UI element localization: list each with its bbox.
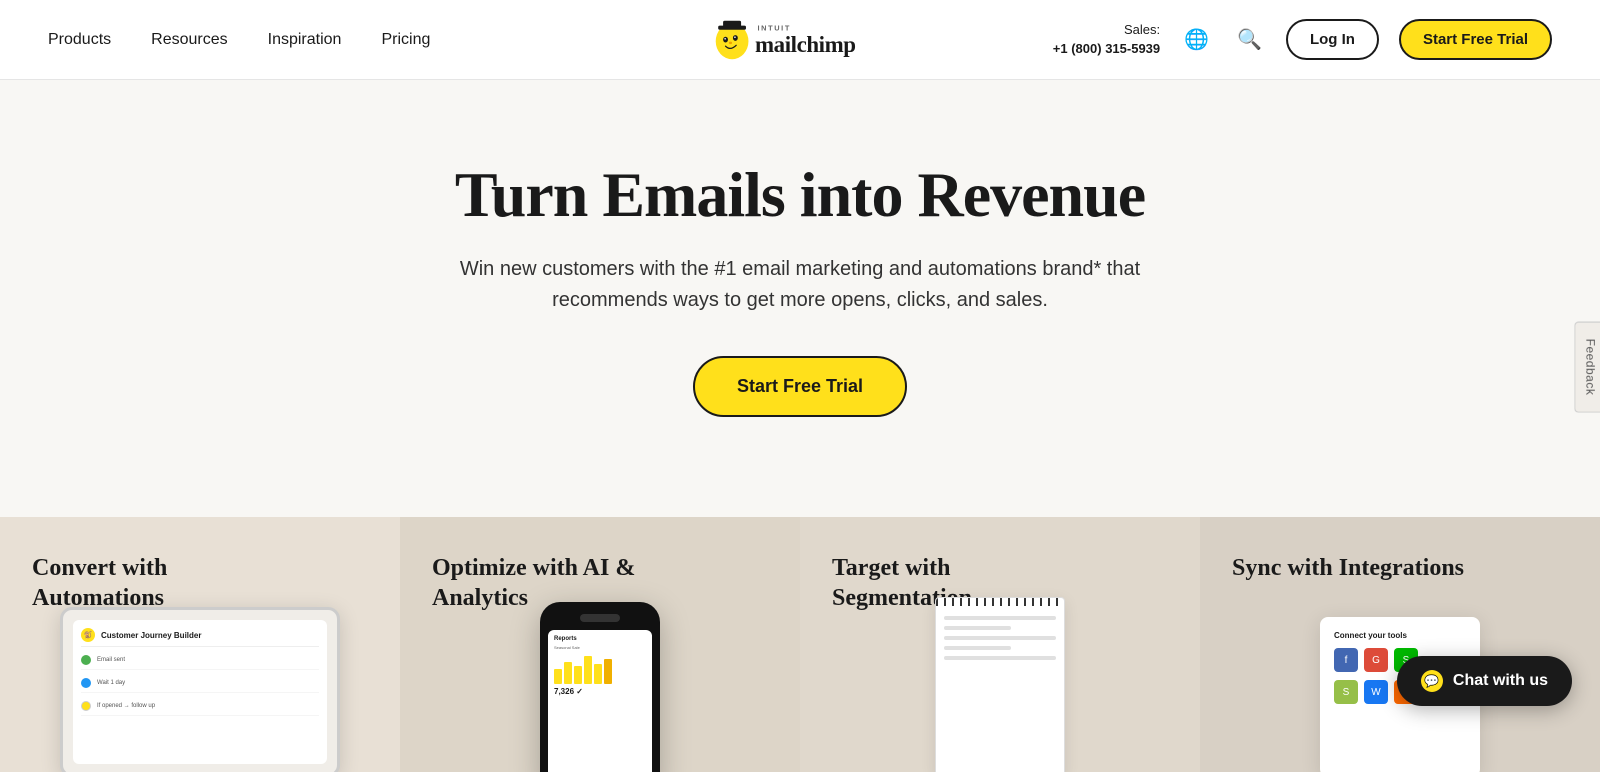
- chat-button[interactable]: 💬 Chat with us: [1397, 656, 1572, 706]
- login-button[interactable]: Log In: [1286, 19, 1379, 60]
- navbar: Products Resources Inspiration Pricing: [0, 0, 1600, 80]
- nav-inspiration[interactable]: Inspiration: [268, 31, 342, 49]
- nav-pricing[interactable]: Pricing: [381, 31, 430, 49]
- phone-mockup: Reports Seasonal Sale 7,326 ✓: [540, 602, 660, 772]
- bar-6: [604, 659, 612, 684]
- svg-text:mailchimp: mailchimp: [755, 31, 856, 56]
- step-label-3: If opened → follow up: [97, 703, 155, 709]
- mc-icon: 🐒: [81, 628, 95, 642]
- ruler-top: [936, 598, 1064, 606]
- ruler-content: [936, 606, 1064, 772]
- phone-title: Reports: [554, 636, 646, 642]
- feature-automations-image: 🐒 Customer Journey Builder Email sent Wa…: [0, 607, 400, 772]
- ruler-mockup: [935, 597, 1065, 772]
- bar-1: [554, 669, 562, 684]
- nav-products[interactable]: Products: [48, 31, 111, 49]
- feature-seg-image: [800, 597, 1200, 772]
- ruler-line-4: [944, 646, 1011, 650]
- chat-icon: 💬: [1421, 670, 1443, 692]
- chat-label: Chat with us: [1453, 672, 1548, 690]
- phone-bars: [554, 654, 646, 684]
- phone-screen: Reports Seasonal Sale 7,326 ✓: [548, 630, 652, 772]
- feature-automations-title: Convert with Automations: [32, 553, 292, 613]
- facebook-icon: f: [1334, 648, 1358, 672]
- step-label-1: Email sent: [97, 657, 125, 663]
- phone-number: 7,326 ✓: [554, 687, 646, 696]
- globe-button[interactable]: 🌐: [1180, 23, 1213, 56]
- google-icon: G: [1364, 648, 1388, 672]
- feedback-tab[interactable]: Feedback: [1575, 322, 1600, 413]
- bar-4: [584, 656, 592, 684]
- logo[interactable]: INTUIT mailchimp: [710, 16, 890, 64]
- feature-ai-image: Reports Seasonal Sale 7,326 ✓: [400, 602, 800, 772]
- start-trial-nav-button[interactable]: Start Free Trial: [1399, 19, 1552, 60]
- bar-2: [564, 662, 572, 684]
- feature-integrations-title: Sync with Integrations: [1232, 553, 1492, 583]
- woo-icon: W: [1364, 680, 1388, 704]
- ruler-line-3: [944, 636, 1056, 640]
- sales-label: Sales:: [1053, 21, 1160, 39]
- ruler-line-2: [944, 626, 1011, 630]
- phone-notch: [580, 614, 620, 622]
- search-button[interactable]: 🔍: [1233, 23, 1266, 56]
- nav-left: Products Resources Inspiration Pricing: [48, 31, 430, 49]
- tablet-mockup: 🐒 Customer Journey Builder Email sent Wa…: [60, 607, 340, 772]
- sales-number: +1 (800) 315-5939: [1053, 40, 1160, 58]
- int-card-title: Connect your tools: [1334, 631, 1466, 640]
- shopify-icon-2: S: [1334, 680, 1358, 704]
- bar-5: [594, 664, 602, 684]
- hero-section: Turn Emails into Revenue Win new custome…: [0, 80, 1600, 517]
- step-dot-1: [81, 655, 91, 665]
- ruler-line-5: [944, 656, 1056, 660]
- ruler-line-1: [944, 616, 1056, 620]
- start-free-trial-button[interactable]: Start Free Trial: [693, 356, 907, 417]
- hero-subtitle: Win new customers with the #1 email mark…: [440, 254, 1160, 316]
- step-dot-3: [81, 701, 91, 711]
- hero-title: Turn Emails into Revenue: [455, 160, 1145, 230]
- nav-right: Sales: +1 (800) 315-5939 🌐 🔍 Log In Star…: [1053, 19, 1552, 60]
- phone-subtitle: Seasonal Sale: [554, 645, 646, 650]
- nav-resources[interactable]: Resources: [151, 31, 227, 49]
- step-dot-2: [81, 678, 91, 688]
- tablet-header-text: Customer Journey Builder: [101, 631, 201, 640]
- bar-3: [574, 666, 582, 684]
- step-label-2: Wait 1 day: [97, 680, 125, 686]
- sales-info: Sales: +1 (800) 315-5939: [1053, 21, 1160, 57]
